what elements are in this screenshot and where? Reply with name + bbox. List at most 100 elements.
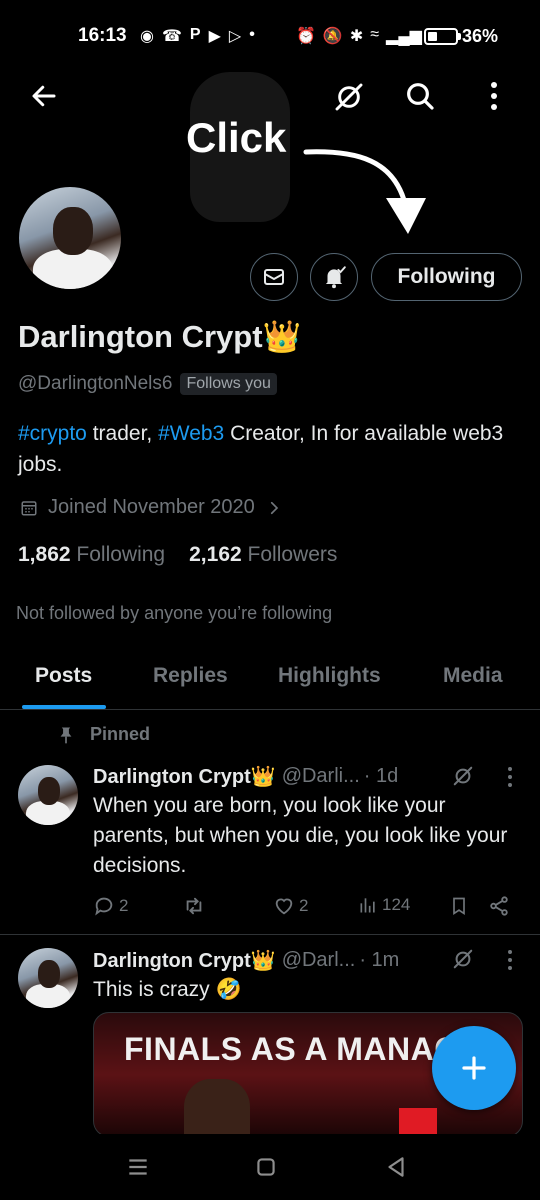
envelope-icon [264, 269, 284, 285]
search-button[interactable] [401, 77, 439, 115]
tab-posts[interactable]: Posts [35, 664, 92, 688]
share-icon [490, 896, 508, 916]
avatar-face [38, 777, 60, 805]
alarm-icon: ⏰ [296, 28, 316, 45]
media-title-text: FINALS AS A MANAG [124, 1031, 460, 1067]
arrow-left-icon [32, 85, 56, 107]
more-button[interactable] [476, 77, 512, 115]
plus-icon [462, 1056, 486, 1080]
grok-button[interactable] [330, 78, 368, 116]
more-vertical-icon[interactable] [500, 766, 520, 788]
media-red-shape [399, 1108, 437, 1136]
following-stat[interactable]: 1,862 Following [18, 543, 165, 567]
more-vertical-icon [491, 82, 497, 110]
message-button[interactable] [250, 253, 298, 301]
post-divider [0, 934, 540, 935]
post-timestamp[interactable]: · 1m [359, 949, 399, 972]
grok-icon[interactable] [452, 765, 474, 787]
hashtag-crypto[interactable]: #crypto [18, 422, 87, 445]
chevron-right-icon [270, 501, 278, 514]
status-time: 16:13 [78, 25, 127, 46]
post-author-handle[interactable]: @Darl... [282, 949, 356, 972]
back-button[interactable] [26, 78, 62, 114]
p-icon: P [189, 26, 201, 43]
pinned-label: Pinned [90, 724, 151, 744]
status-bar: 16:13 ◉ ☎ P ▶ ▷ • ⏰ 🔕 ✱ ≈ ▂▄▆ 36% [0, 0, 540, 70]
post-text: When you are born, you look like your pa… [93, 794, 508, 877]
bell-icon [325, 266, 346, 289]
followers-stat[interactable]: 2,162 Followers [189, 543, 337, 567]
profile-name: Darlington Crypt👑 [18, 319, 302, 354]
avatar-face [38, 960, 60, 988]
tab-highlights[interactable]: Highlights [278, 664, 381, 688]
battery-icon [424, 28, 458, 45]
notification-icons: ◉ ☎ P ▶ ▷ • [140, 26, 255, 46]
reply-icon [95, 897, 113, 916]
like-button[interactable]: 2 [273, 895, 308, 917]
back-nav-icon[interactable] [383, 1154, 409, 1180]
profile-handle: @DarlingtonNels6 [18, 373, 173, 394]
post-author-name[interactable]: Darlington Crypt👑 [93, 948, 276, 973]
repost-button[interactable] [183, 895, 209, 917]
youtube-icon: ▶ [208, 28, 221, 45]
views-button[interactable]: 124 [358, 895, 410, 915]
handle-row: @DarlingtonNels6 Follows you [18, 373, 277, 395]
annotation-arrow-icon [303, 149, 426, 234]
more-vertical-icon[interactable] [500, 949, 520, 971]
profile-bio: #crypto trader, #Web3 Creator, In for av… [18, 418, 518, 480]
bluetooth-icon: ✱ [349, 28, 364, 45]
post-timestamp[interactable]: · 1d [364, 765, 398, 788]
analytics-icon [360, 898, 375, 913]
post-avatar[interactable] [18, 948, 78, 1008]
tab-media[interactable]: Media [443, 664, 503, 688]
post-actions: 2 2 124 [93, 895, 523, 921]
post-author-handle[interactable]: @Darli... [282, 765, 360, 788]
joined-row[interactable]: Joined November 2020 [20, 496, 283, 519]
post-text: This is crazy 🤣 [93, 978, 242, 1001]
whatsapp-icon: ☎ [161, 28, 182, 45]
heart-icon [275, 898, 293, 915]
share-button[interactable] [488, 895, 510, 917]
pinned-label-row: Pinned [56, 724, 150, 745]
followers-count: 2,162 [189, 543, 242, 566]
notifications-button[interactable] [310, 253, 358, 301]
like-count: 2 [299, 896, 309, 915]
follow-stats: 1,862 Following 2,162 Followers [18, 543, 337, 567]
post-avatar[interactable] [18, 765, 78, 825]
battery-level [428, 32, 437, 41]
hashtag-web3[interactable]: #Web3 [158, 422, 224, 445]
signal-icon: ▂▄▆ [386, 28, 422, 45]
battery-percent: 36% [462, 26, 499, 46]
post-header: Darlington Crypt👑 @Darl... · 1m [93, 948, 399, 973]
media-person [184, 1079, 250, 1136]
post-author-name[interactable]: Darlington Crypt👑 [93, 764, 276, 789]
avatar-face [53, 207, 93, 255]
grok-icon[interactable] [452, 948, 474, 970]
reply-count: 2 [119, 896, 129, 915]
tab-replies[interactable]: Replies [153, 664, 228, 688]
home-icon[interactable] [253, 1154, 279, 1180]
dot-icon: • [249, 26, 255, 43]
followers-label: Followers [247, 543, 338, 566]
pin-icon [60, 727, 72, 743]
compose-button[interactable] [432, 1026, 516, 1110]
active-tab-indicator [22, 705, 106, 709]
following-count: 1,862 [18, 543, 71, 566]
system-icons: ⏰ 🔕 ✱ ≈ ▂▄▆ [296, 26, 422, 46]
follows-you-badge: Follows you [180, 373, 277, 395]
menu-icon[interactable] [125, 1154, 151, 1180]
reply-button[interactable]: 2 [93, 895, 128, 917]
bookmark-button[interactable] [449, 895, 469, 917]
wifi-icon: ≈ [370, 26, 380, 43]
grok-icon [335, 83, 363, 111]
calendar-icon [21, 500, 37, 515]
mute-icon: 🔕 [322, 28, 343, 45]
avatar-shirt [33, 249, 113, 289]
bookmark-icon [453, 897, 465, 916]
repost-icon [186, 897, 202, 915]
play-icon: ▷ [228, 28, 242, 45]
not-followed-text: Not followed by anyone you’re following [16, 603, 333, 623]
following-button[interactable]: Following [371, 253, 522, 301]
game-icon: ◉ [140, 28, 154, 45]
profile-avatar[interactable] [16, 184, 124, 292]
